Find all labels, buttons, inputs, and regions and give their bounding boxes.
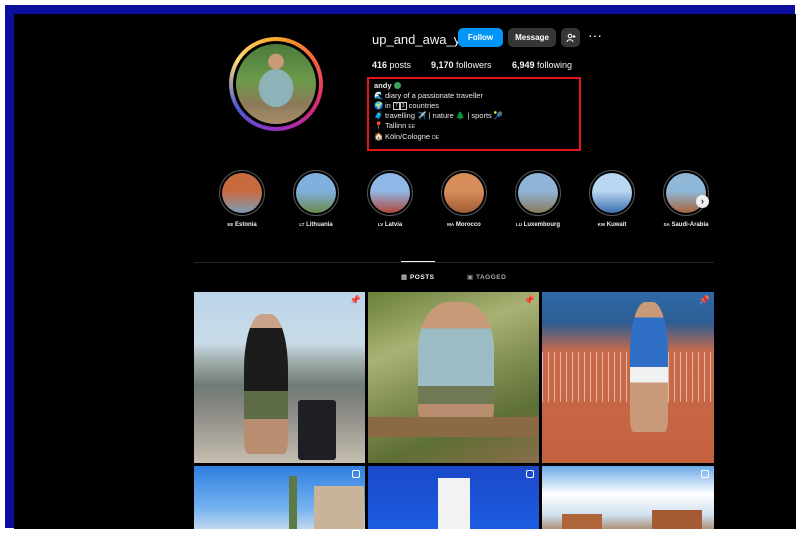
tower-shape [438,478,470,529]
highlight-cover [219,170,265,216]
building-shape [314,486,364,529]
post-subject [418,302,494,422]
house-icon: 🏠 [374,132,384,141]
highlight-morocco[interactable]: MA Morocco [441,170,487,240]
post-thumbnail[interactable]: 📌 [194,292,365,463]
highlight-kuwait[interactable]: KW Kuwait [589,170,635,240]
more-dots-icon: ··· [588,27,602,43]
highlight-label: EE Estonia [227,222,257,228]
person-add-icon [566,33,575,42]
highlight-image [296,173,336,213]
pin-location-icon: 📍 [374,121,384,130]
chevron-right-icon: › [701,196,704,206]
tab-tagged[interactable]: ▣ TAGGED [467,273,506,281]
following-stat[interactable]: 6,949 following [512,60,572,70]
avatar-photo [236,44,316,124]
instagram-profile-page: up_and_awa_y Follow Message ··· 416 post… [14,14,796,529]
post-subject [244,314,288,454]
highlight-latvia[interactable]: LV Latvia [367,170,413,240]
green-circle-icon [393,82,401,89]
highlight-label: SA Saudi-Arabia [663,222,709,228]
post-thumbnail[interactable] [542,466,714,529]
highlight-cover [515,170,561,216]
roof-shape [562,514,602,529]
screenshot-frame: up_and_awa_y Follow Message ··· 416 post… [5,5,796,529]
highlight-image [518,173,558,213]
highlight-cover [663,170,709,216]
wave-icon: 🌊 [374,91,384,100]
highlight-label: LV Latvia [377,222,403,228]
luggage-icon: 🧳 [374,111,384,120]
world-icon: 🌍 [374,101,384,110]
multiple-photos-icon [352,470,360,478]
tabs-divider [194,262,714,263]
highlight-image [370,173,410,213]
bio-name: andy [374,81,392,90]
active-tab-indicator [401,261,435,262]
highlight-luxembourg[interactable]: LU Luxembourg [515,170,561,240]
grid-icon: ▦ [401,274,408,281]
profile-username: up_and_awa_y [372,32,461,47]
roof-shape [652,510,702,529]
pin-icon: 📌 [698,295,710,305]
highlight-label: MA Morocco [447,222,481,228]
highlight-cover [367,170,413,216]
suggest-user-button[interactable] [561,28,580,47]
suitcase-shape [298,400,336,460]
posts-stat: 416 posts [372,60,412,70]
highlight-lithuania[interactable]: LT Lithuania [293,170,339,240]
tag-icon: ▣ [467,274,474,281]
highlight-label: KW Kuwait [597,222,627,228]
highlight-estonia[interactable]: EE Estonia [219,170,265,240]
highlight-label: LT Lithuania [299,222,333,228]
tower-shape [289,476,297,529]
highlights-next-button[interactable]: › [696,195,709,208]
pin-icon: 📌 [349,295,361,305]
message-button[interactable]: Message [508,28,556,47]
highlight-cover [589,170,635,216]
tab-posts[interactable]: ▦ POSTS [401,273,435,281]
highlight-image [444,173,484,213]
profile-avatar[interactable] [229,37,323,131]
follow-button[interactable]: Follow [458,28,503,47]
post-thumbnail[interactable]: 📌 [542,292,714,463]
post-thumbnail[interactable]: 📌 [368,292,539,463]
highlight-cover [441,170,487,216]
highlight-image [592,173,632,213]
log-shape [368,417,539,437]
highlight-label: LU Luxembourg [515,222,560,228]
multiple-photos-icon [526,470,534,478]
post-thumbnail[interactable] [368,466,539,529]
followers-stat[interactable]: 9,170 followers [431,60,492,70]
pin-icon: 📌 [523,295,535,305]
highlight-cover [293,170,339,216]
highlight-image [222,173,262,213]
post-subject [630,302,668,432]
multiple-photos-icon [701,470,709,478]
profile-bio: andy 🌊 diary of a passionate traveller 🌍 i… [374,81,504,141]
more-options-button[interactable]: ··· [587,28,603,47]
tennis-net [542,352,714,402]
post-thumbnail[interactable] [194,466,365,529]
